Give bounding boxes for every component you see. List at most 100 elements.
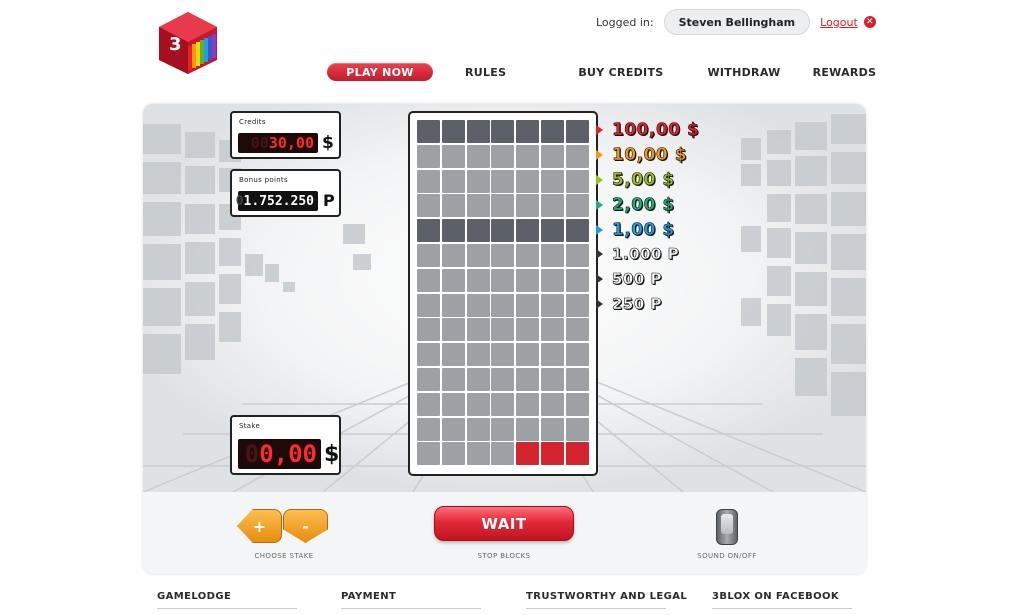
- footer-gamelodge[interactable]: GAMELODGE: [157, 591, 231, 602]
- nav-play-now[interactable]: PLAY NOW: [327, 63, 433, 81]
- prize-arrow-icon: [596, 299, 603, 309]
- grid-cell: [441, 194, 465, 218]
- dark-cell: [417, 219, 440, 243]
- logged-in-label: Logged in:: [596, 15, 654, 29]
- dark-cell: [441, 120, 465, 143]
- grid-cell: [441, 318, 465, 342]
- footer-3blox-facebook[interactable]: 3BLOX ON FACEBOOK: [712, 591, 839, 602]
- grid-cell: [516, 367, 540, 391]
- grid-cell: [441, 268, 465, 292]
- grid-cell: [466, 194, 490, 218]
- grid-cell: [441, 392, 465, 416]
- game-board[interactable]: [408, 111, 598, 476]
- grid-cell: [491, 144, 515, 168]
- prize-arrow-icon: [596, 249, 603, 259]
- nav-withdraw[interactable]: WITHDRAW: [707, 66, 780, 79]
- grid-cell: [491, 169, 515, 193]
- footer-trustworthy-legal[interactable]: TRUSTWORTHY AND LEGAL: [526, 591, 687, 602]
- prize-level: 250 P: [596, 295, 662, 313]
- grid-cell: [540, 417, 564, 441]
- footer-divider: [526, 608, 666, 609]
- stake-value: 0,00: [259, 440, 317, 468]
- grid-cell: [441, 442, 465, 466]
- dark-cell: [540, 120, 564, 143]
- grid-cell: [441, 243, 465, 267]
- prize-level: 2,00 $: [596, 195, 675, 215]
- sound-toggle-knob: [721, 514, 733, 534]
- prize-level: 100,00 $: [596, 120, 699, 140]
- bonus-points-unit: P: [323, 191, 335, 210]
- stake-label: Stake: [239, 422, 261, 430]
- logout-link[interactable]: Logout: [820, 16, 858, 29]
- sound-on-off-label: SOUND ON/OFF: [697, 552, 757, 560]
- grid-cell: [565, 243, 589, 267]
- grid-cell: [540, 194, 564, 218]
- user-name-badge[interactable]: Steven Bellingham: [663, 9, 811, 35]
- grid-cell: [565, 367, 589, 391]
- main-nav: PLAY NOW RULES BUY CREDITS WITHDRAW REWA…: [327, 63, 876, 81]
- grid-cell: [441, 293, 465, 317]
- footer-payment[interactable]: PAYMENT: [341, 591, 396, 602]
- dark-cell: [491, 219, 515, 243]
- stake-increase-button[interactable]: +: [237, 509, 282, 543]
- grid-cell: [540, 343, 564, 367]
- grid-cell: [565, 194, 589, 218]
- credits-ghost-digits: 00: [250, 134, 269, 152]
- grid-cell: [466, 343, 490, 367]
- dark-cell: [516, 219, 540, 243]
- grid-cell: [516, 194, 540, 218]
- prize-level: 5,00 $: [596, 170, 675, 190]
- grid-cell: [466, 243, 490, 267]
- grid-cell: [441, 343, 465, 367]
- sound-toggle[interactable]: [716, 509, 738, 545]
- grid-cell: [491, 392, 515, 416]
- grid-cell: [491, 417, 515, 441]
- close-circle-icon[interactable]: ✕: [863, 16, 876, 28]
- prize-amount: 10,00 $: [612, 145, 688, 166]
- grid-cell: [540, 318, 564, 342]
- bonus-points-screen: 0 1.752.250: [236, 191, 318, 211]
- grid-cell: [491, 343, 515, 367]
- grid-cell: [565, 169, 589, 193]
- grid-cell: [491, 268, 515, 292]
- nav-rules[interactable]: RULES: [465, 66, 506, 79]
- stake-decrease-button[interactable]: -: [283, 509, 328, 543]
- grid-cell: [466, 144, 490, 168]
- grid-cell: [417, 318, 440, 342]
- dark-cell: [466, 120, 490, 143]
- grid-cell: [540, 367, 564, 391]
- prize-amount: 500 P: [612, 270, 663, 289]
- grid-cell: [441, 169, 465, 193]
- grid-cell: [516, 169, 540, 193]
- wait-button[interactable]: WAIT: [434, 506, 574, 541]
- grid-cell: [565, 417, 589, 441]
- grid-cell: [466, 318, 490, 342]
- prize-level: 1,00 $: [596, 220, 675, 240]
- grid-cell: [491, 293, 515, 317]
- prize-level: 10,00 $: [596, 145, 687, 165]
- grid-cell: [417, 442, 440, 466]
- credits-screen: 00 30,00: [238, 133, 318, 153]
- dark-cell: [540, 219, 564, 243]
- grid-cell: [540, 268, 564, 292]
- prize-amount: 5,00 $: [612, 170, 675, 191]
- grid-cell: [466, 367, 490, 391]
- grid-cell: [491, 367, 515, 391]
- credits-unit: $: [322, 133, 334, 153]
- block-grid: [417, 120, 589, 466]
- nav-rewards[interactable]: REWARDS: [813, 66, 877, 79]
- nav-buy-credits[interactable]: BUY CREDITS: [578, 66, 663, 79]
- grid-cell: [417, 293, 440, 317]
- prize-amount: 100,00 $: [612, 120, 700, 141]
- grid-cell: [540, 243, 564, 267]
- prize-amount: 2,00 $: [612, 195, 675, 216]
- footer-divider: [712, 608, 852, 609]
- grid-cell: [417, 243, 440, 267]
- svg-text:3: 3: [169, 34, 182, 55]
- 3blox-logo-icon[interactable]: 3: [155, 10, 221, 76]
- stake-unit: $: [324, 442, 340, 467]
- grid-cell: [417, 194, 440, 218]
- dark-cell: [565, 219, 589, 243]
- prize-level: 1.000 P: [596, 245, 679, 263]
- dark-cell: [441, 219, 465, 243]
